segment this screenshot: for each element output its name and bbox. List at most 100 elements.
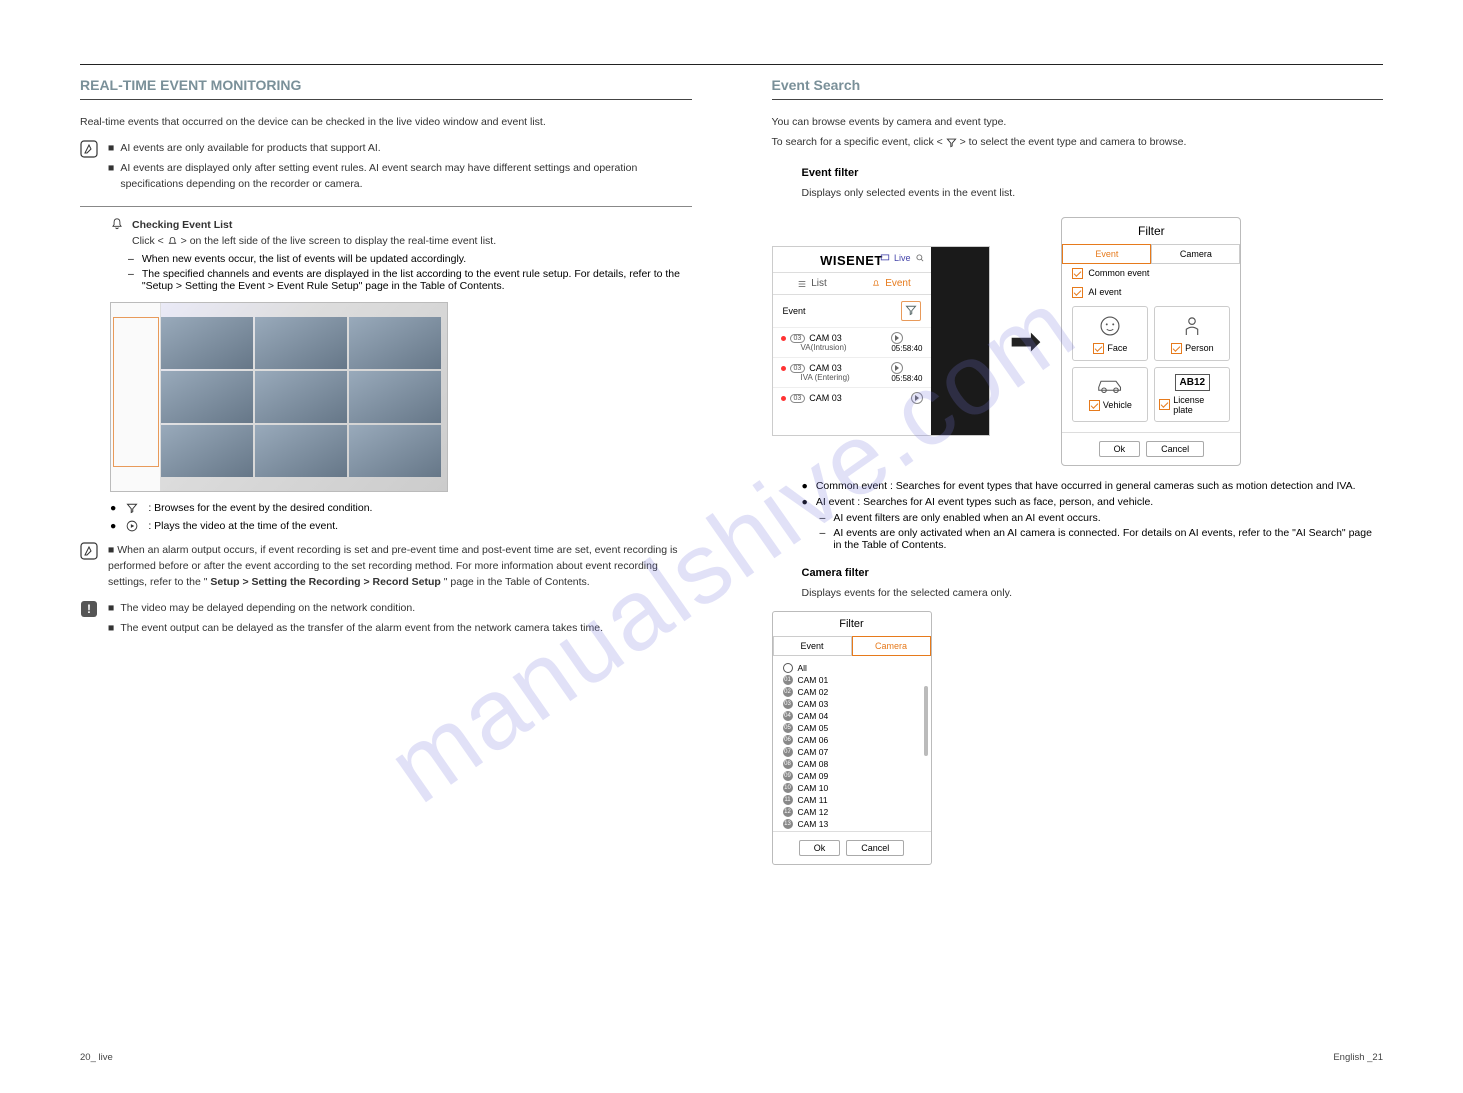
svg-text:!: ! xyxy=(87,602,91,616)
filter2-title: Filter xyxy=(773,612,931,636)
camera-list-item[interactable]: 12 CAM 12 xyxy=(783,806,921,818)
vehicle-icon xyxy=(1095,374,1125,396)
play-button[interactable] xyxy=(891,332,903,344)
ai-face-cell[interactable]: Face xyxy=(1072,306,1148,361)
camera-list-item[interactable]: 10CAM 10 xyxy=(783,782,921,794)
camera-label: CAM 08 xyxy=(798,759,829,769)
funnel-button-highlight[interactable] xyxy=(901,301,921,321)
dash: – xyxy=(820,512,826,524)
list-icon xyxy=(797,279,807,289)
check-event-pre: Click < xyxy=(132,235,164,247)
warn1: The video may be delayed depending on th… xyxy=(120,600,415,616)
channel-badge: 03 xyxy=(790,364,806,373)
camera-list-item[interactable]: 06CAM 06 xyxy=(783,734,921,746)
camera-label: CAM 11 xyxy=(798,795,828,805)
checkbox-vehicle[interactable] xyxy=(1089,400,1100,411)
license-plate-icon: AB12 xyxy=(1175,374,1211,391)
filter-tab-event[interactable]: Event xyxy=(1062,244,1151,264)
cancel-button[interactable]: Cancel xyxy=(1146,441,1204,457)
camera-list-item[interactable]: 01CAM 01 xyxy=(783,674,921,686)
camera-label: CAM 05 xyxy=(798,723,829,733)
checkbox-person[interactable] xyxy=(1171,343,1182,354)
checkbox-common-event[interactable] xyxy=(1072,268,1083,279)
camera-number-badge: 07 xyxy=(783,747,793,757)
camera-list-item[interactable]: 03CAM 03 xyxy=(783,698,921,710)
play-button[interactable] xyxy=(911,392,923,404)
camera-label: CAM 12 xyxy=(798,807,829,817)
checkbox-license[interactable] xyxy=(1159,399,1170,410)
scrollbar[interactable] xyxy=(924,686,928,756)
inline-bell-icon xyxy=(167,236,178,247)
record-dot-icon xyxy=(781,366,786,371)
camera-label: CAM 01 xyxy=(798,675,829,685)
tab-event[interactable]: Event xyxy=(852,273,931,294)
play-button[interactable] xyxy=(891,362,903,374)
monitor-icon xyxy=(880,253,890,263)
check-event-post: > on the left side of the live screen to… xyxy=(181,235,496,247)
camera-list-item[interactable]: 08CAM 08 xyxy=(783,758,921,770)
evt-cam: CAM 03 xyxy=(809,363,842,373)
event-list-screenshot xyxy=(110,302,448,492)
note-item-2: AI events are displayed only after setti… xyxy=(120,160,691,193)
ai-note1: AI event filters are only enabled when a… xyxy=(833,512,1100,524)
evt-sub: IVA (Entering) xyxy=(801,373,850,382)
tab-list[interactable]: List xyxy=(773,273,852,294)
radio-all[interactable] xyxy=(783,663,793,673)
camera-list-item[interactable]: 05CAM 05 xyxy=(783,722,921,734)
footer-left: 20_ live xyxy=(80,1052,113,1063)
camera-number-badge: 02 xyxy=(783,687,793,697)
bullet: ■ xyxy=(108,600,114,616)
face-label: Face xyxy=(1107,343,1127,353)
event-row[interactable]: 03CAM 03 xyxy=(773,387,931,408)
evt-sub: VA(Intrusion) xyxy=(801,343,847,352)
note2-bold: Setup > Setting the Recording > Record S… xyxy=(210,576,440,588)
ok-button[interactable]: Ok xyxy=(1099,441,1141,457)
filter2-tab-event[interactable]: Event xyxy=(773,636,852,656)
camera-filter-desc: Displays events for the selected camera … xyxy=(802,585,1384,601)
filter2-tab-camera[interactable]: Camera xyxy=(852,636,931,656)
channel-badge: 03 xyxy=(790,334,806,343)
left-column: REAL-TIME EVENT MONITORING Real-time eve… xyxy=(80,77,692,865)
common-event-desc: Common event : Searches for event types … xyxy=(816,480,1356,492)
camera-label: CAM 07 xyxy=(798,747,829,757)
ai-license-cell[interactable]: AB12 License plate xyxy=(1154,367,1230,422)
list-tab-label: List xyxy=(811,278,827,289)
camera-number-badge: 12 xyxy=(783,807,793,817)
right-column: Event Search You can browse events by ca… xyxy=(772,77,1384,865)
camera-list-item[interactable]: 13CAM 13 xyxy=(783,818,921,830)
record-dot-icon xyxy=(781,336,786,341)
filter-tab-camera[interactable]: Camera xyxy=(1151,244,1240,264)
camera-list-item[interactable]: 04CAM 04 xyxy=(783,710,921,722)
camera-label: CAM 06 xyxy=(798,735,829,745)
camera-list-item[interactable]: 14CAM 14 xyxy=(783,830,921,831)
evt-time: 05:58:40 xyxy=(891,374,922,383)
camera-list-item[interactable]: 11CAM 11 xyxy=(783,794,921,806)
camera-list-item[interactable]: 07 CAM 07 xyxy=(783,746,921,758)
license-label: License plate xyxy=(1173,395,1225,415)
face-icon xyxy=(1097,313,1123,339)
camera-number-badge: 10 xyxy=(783,783,793,793)
evt-cam: CAM 03 xyxy=(809,333,842,343)
vehicle-label: Vehicle xyxy=(1103,400,1132,410)
camera-number-badge: 13 xyxy=(783,819,793,829)
bullet-marker: ■ xyxy=(108,160,114,193)
cancel-button-2[interactable]: Cancel xyxy=(846,840,904,856)
camera-number-badge: 03 xyxy=(783,699,793,709)
event-row[interactable]: 03CAM 03 VA(Intrusion) 05:58:40 xyxy=(773,327,931,357)
bullet: ● xyxy=(110,520,116,532)
check-event-heading: Checking Event List xyxy=(132,219,232,231)
inline-funnel-icon xyxy=(946,137,957,148)
checkbox-ai-event[interactable] xyxy=(1072,287,1083,298)
search-small-icon xyxy=(915,253,925,263)
ai-person-cell[interactable]: Person xyxy=(1154,306,1230,361)
camera-list-item[interactable]: 02CAM 02 xyxy=(783,686,921,698)
ok-button-2[interactable]: Ok xyxy=(799,840,841,856)
event-row[interactable]: 03CAM 03 IVA (Entering) 05:58:40 xyxy=(773,357,931,387)
checkbox-face[interactable] xyxy=(1093,343,1104,354)
camera-list-item[interactable]: 09CAM 09 xyxy=(783,770,921,782)
bullet: ■ xyxy=(108,620,114,636)
bell-icon xyxy=(110,217,124,231)
dash-1: When new events occur, the list of event… xyxy=(142,253,466,265)
ai-vehicle-cell[interactable]: Vehicle xyxy=(1072,367,1148,422)
left-title-rule xyxy=(80,99,692,100)
